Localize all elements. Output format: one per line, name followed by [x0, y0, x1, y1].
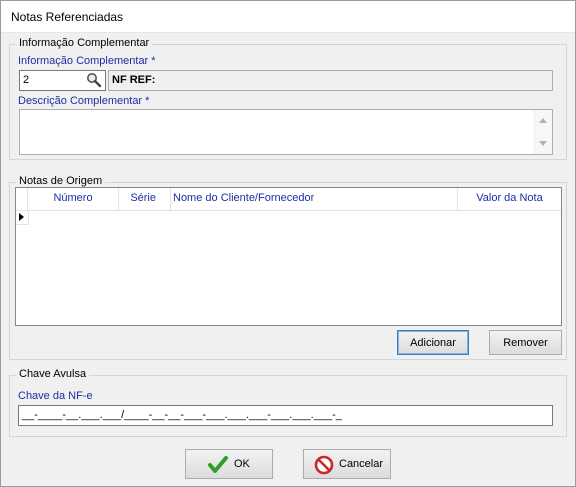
column-header-nome[interactable]: Nome do Cliente/Fornecedor	[171, 188, 458, 210]
cancel-icon	[314, 455, 334, 475]
grid-header: Número Série Nome do Cliente/Fornecedor …	[16, 188, 561, 211]
dialog-window: Notas Referenciadas Informação Complemen…	[0, 0, 576, 487]
column-header-label: Nome do Cliente/Fornecedor	[173, 192, 315, 204]
chave-nfe-input[interactable]: __-____-__.___.___/____-__-__-___-___.__…	[18, 405, 553, 426]
column-header-numero[interactable]: Número	[28, 188, 119, 210]
window-title: Notas Referenciadas	[11, 10, 124, 24]
column-header-label: Série	[130, 192, 156, 204]
cancelar-button[interactable]: Cancelar	[303, 449, 391, 479]
ok-label: OK	[234, 458, 250, 470]
chave-avulsa-group: Chave Avulsa Chave da NF-e __-____-__.__…	[9, 368, 567, 437]
info-group-legend: Informação Complementar	[16, 37, 153, 49]
notas-origem-grid[interactable]: Número Série Nome do Cliente/Fornecedor …	[15, 187, 562, 326]
nf-ref-label: NF REF:	[112, 74, 156, 86]
ok-button[interactable]: OK	[185, 449, 273, 479]
remover-button[interactable]: Remover	[489, 330, 562, 355]
row-pointer-icon	[19, 213, 24, 221]
descricao-complementar-label: Descrição Complementar *	[18, 95, 150, 107]
chave-nfe-label: Chave da NF-e	[18, 390, 93, 402]
check-icon	[208, 455, 228, 475]
info-complementar-group: Informação Complementar Informação Compl…	[9, 37, 567, 160]
nf-ref-box: NF REF:	[108, 70, 553, 91]
origem-group-legend: Notas de Origem	[16, 175, 106, 187]
search-icon[interactable]	[86, 72, 102, 88]
column-header-serie[interactable]: Série	[119, 188, 171, 210]
remover-label: Remover	[503, 337, 548, 349]
info-complementar-value: 2	[23, 74, 30, 86]
scroll-up-icon[interactable]	[539, 118, 547, 123]
vertical-scrollbar[interactable]	[534, 110, 552, 154]
descricao-complementar-textarea[interactable]	[19, 109, 553, 155]
row-indicator-header	[16, 188, 28, 210]
title-bar[interactable]: Notas Referenciadas	[1, 1, 575, 33]
info-complementar-label: Informação Complementar *	[18, 55, 156, 67]
chave-group-legend: Chave Avulsa	[16, 368, 90, 380]
adicionar-label: Adicionar	[410, 337, 456, 349]
column-header-label: Número	[53, 192, 93, 204]
notas-origem-group: Notas de Origem Número Série Nome do Cli…	[9, 175, 567, 360]
info-complementar-input[interactable]: 2	[19, 70, 106, 91]
adicionar-button[interactable]: Adicionar	[397, 330, 469, 355]
chave-nfe-value: __-____-__.___.___/____-__-__-___-___.__…	[22, 409, 342, 421]
column-header-valor[interactable]: Valor da Nota	[458, 188, 561, 210]
cancelar-label: Cancelar	[339, 458, 384, 470]
grid-row-indicator[interactable]	[16, 210, 29, 225]
column-header-label: Valor da Nota	[476, 192, 543, 204]
scroll-down-icon[interactable]	[539, 141, 547, 146]
